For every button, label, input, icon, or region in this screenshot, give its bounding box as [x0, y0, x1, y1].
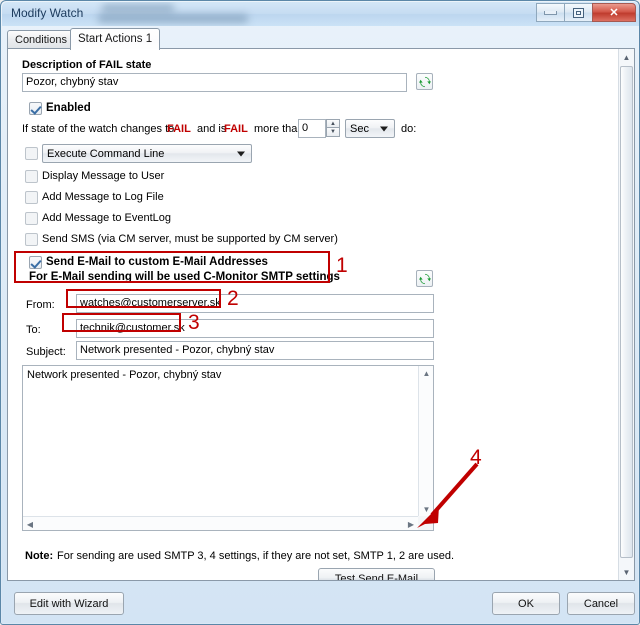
application-window: Modify Watch ✕ Conditions Start Actions … — [0, 0, 640, 625]
refresh-description-button[interactable] — [416, 73, 433, 90]
spinner-down-icon[interactable]: ▼ — [326, 128, 340, 137]
maximize-icon — [573, 7, 584, 18]
panel-vertical-scrollbar[interactable]: ▲ ▼ — [618, 49, 634, 580]
annotation-number-3: 3 — [188, 311, 200, 334]
body-horizontal-scrollbar[interactable]: ◀ ▶ — [23, 516, 418, 530]
chevron-down-icon — [237, 151, 245, 156]
action-checkbox-send-sms[interactable] — [25, 233, 38, 246]
condition-text-before: If state of the watch changes to — [22, 123, 175, 135]
annotation-number-2: 2 — [227, 287, 239, 310]
test-send-email-button[interactable]: Test Send E-Mail — [318, 568, 435, 580]
execute-command-line-select[interactable]: Execute Command Line — [42, 144, 252, 163]
action-checkbox-execute-command-line[interactable] — [25, 147, 38, 160]
action-checkbox-display-message-to-user[interactable] — [25, 170, 38, 183]
annotation-number-1: 1 — [336, 254, 348, 277]
subject-label: Subject: — [26, 346, 66, 358]
send-email-note: For E-Mail sending will be used C-Monito… — [29, 271, 340, 283]
condition-text-middle: and is — [197, 123, 227, 135]
action-label-display-message-to-user: Display Message to User — [42, 170, 165, 182]
from-input[interactable]: watches@customerserver.sk — [76, 294, 434, 313]
action-label-add-message-to-eventlog: Add Message to EventLog — [42, 212, 172, 224]
redacted-title-text-1 — [102, 4, 174, 12]
panel-scroll-thumb[interactable] — [620, 66, 633, 558]
action-checkbox-add-message-to-eventlog[interactable] — [25, 212, 38, 225]
to-input[interactable]: technik@customer.sk — [76, 319, 434, 338]
unit-select[interactable]: Sec — [345, 119, 395, 138]
panel-scroll-down-icon[interactable]: ▼ — [619, 564, 634, 580]
ok-button[interactable]: OK — [492, 592, 560, 615]
tab-start-actions-1[interactable]: Start Actions 1 — [70, 28, 161, 50]
execute-command-line-value: Execute Command Line — [47, 148, 165, 160]
email-body-text: Network presented - Pozor, chybný stav — [27, 369, 222, 381]
edit-with-wizard-button[interactable]: Edit with Wizard — [14, 592, 124, 615]
description-input[interactable]: Pozor, chybný stav — [22, 73, 407, 92]
refresh-email-button[interactable] — [416, 270, 433, 287]
refresh-icon — [418, 273, 431, 284]
description-label: Description of FAIL state — [22, 59, 152, 71]
email-body-textarea[interactable]: Network presented - Pozor, chybný stav ▲… — [22, 365, 434, 531]
window-controls: ✕ — [536, 3, 636, 22]
dialog-footer: Edit with Wizard OK Cancel — [2, 583, 639, 624]
scroll-up-icon[interactable]: ▲ — [419, 366, 433, 380]
enabled-checkbox[interactable] — [29, 102, 42, 115]
duration-input[interactable]: 0 — [298, 119, 326, 138]
scroll-left-icon[interactable]: ◀ — [23, 517, 37, 530]
condition-fail-2: FAIL — [224, 123, 248, 135]
action-label-send-sms: Send SMS (via CM server, must be support… — [42, 233, 338, 245]
tab-conditions[interactable]: Conditions — [7, 30, 75, 49]
duration-spinner[interactable]: ▲ ▼ — [326, 119, 340, 137]
annotation-arrow-4 — [417, 462, 479, 528]
tab-content-panel: Description of FAIL state Pozor, chybný … — [7, 48, 635, 581]
window-title: Modify Watch — [11, 6, 84, 20]
action-checkbox-add-message-to-log-file[interactable] — [25, 191, 38, 204]
minimize-icon — [544, 10, 557, 15]
panel-scroll-up-icon[interactable]: ▲ — [619, 49, 634, 65]
note-prefix: Note: — [25, 550, 54, 562]
minimize-button[interactable] — [536, 3, 564, 22]
chevron-down-icon — [380, 126, 388, 131]
close-button[interactable]: ✕ — [592, 3, 636, 22]
tab-strip: Conditions Start Actions 1 — [7, 28, 635, 50]
form-area: Description of FAIL state Pozor, chybný … — [8, 49, 619, 580]
enabled-label: Enabled — [46, 102, 91, 114]
condition-text-after: more than — [254, 123, 304, 135]
refresh-icon — [418, 76, 431, 87]
maximize-button[interactable] — [564, 3, 592, 22]
unit-select-value: Sec — [350, 123, 369, 135]
condition-fail-1: FAIL — [167, 123, 191, 135]
modify-watch-window: Modify Watch ✕ Conditions Start Actions … — [0, 0, 640, 625]
condition-text-end: do: — [401, 123, 417, 135]
cancel-button[interactable]: Cancel — [567, 592, 635, 615]
redacted-title-text-2 — [98, 14, 248, 23]
to-label: To: — [26, 324, 41, 336]
from-label: From: — [26, 299, 55, 311]
spinner-up-icon[interactable]: ▲ — [326, 119, 340, 128]
send-email-checkbox[interactable] — [29, 256, 42, 269]
subject-input[interactable]: Network presented - Pozor, chybný stav — [76, 341, 434, 360]
send-email-label: Send E-Mail to custom E-Mail Addresses — [46, 256, 268, 268]
action-label-add-message-to-log-file: Add Message to Log File — [42, 191, 164, 203]
note-text: For sending are used SMTP 3, 4 settings,… — [57, 550, 455, 562]
title-bar: Modify Watch ✕ — [2, 2, 639, 26]
